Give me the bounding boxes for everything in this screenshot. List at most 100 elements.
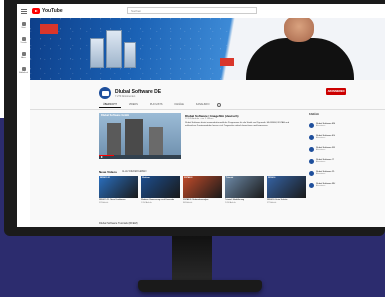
channel-avatar [309,146,314,152]
related-channel-item[interactable]: Dlubal Software IT Abonnieren [309,155,379,167]
play-icon[interactable] [101,156,103,158]
related-channel-subscribe[interactable]: Abonnieren [316,173,335,175]
channel-avatar [309,158,314,164]
related-channel-item[interactable]: Dlubal Software FR Abonnieren [309,143,379,155]
banner-building [124,42,136,68]
tab-kanalinfo[interactable]: KANALINFO [192,102,214,108]
video-thumbnail[interactable]: RSTAB 8 [183,176,222,198]
banner-building [90,38,104,68]
thumbnail-label: RFEM 6 [268,177,276,179]
channel-search-icon[interactable] [217,103,222,107]
channel-avatar [309,182,314,188]
trending-icon [21,37,26,41]
presenter-head [284,18,314,42]
sidebar-item-bibliothek[interactable]: Bibliothek [17,63,30,78]
section-title: Neue Videos ALLE WIEDERGEBEN [99,170,146,174]
banner-accent [40,24,58,34]
sidebar-item-label: Bibliothek [19,72,28,74]
search-input[interactable]: Suchen [127,7,257,14]
sidebar-item-trends[interactable]: Trends [17,33,30,48]
video-meta: 977 Aufrufe [267,201,277,204]
play-all-button[interactable]: ALLE WIEDERGEBEN [122,170,146,174]
sidebar: Start Trends Abos Bibliothek [17,18,30,227]
video-card[interactable]: Tutorial Tutorial: Modellierung 2.058 Aufr… [225,176,264,204]
featured-video-player[interactable]: Dlubal Software GmbH [99,113,181,159]
featured-video-info: Dlubal Software | Imagefilm (deutsch) 12… [185,114,300,128]
youtube-play-icon [32,8,40,14]
divider [30,109,385,110]
video-shelf: RFEM 5.21 RFEM 5.21: Neue Funktionen 312 A… [99,176,307,204]
featured-video-meta: 12.345 Aufrufe • vor 2 Jahren [185,118,214,120]
featured-video-description: Dlubal Software bietet anwenderfreundlic… [185,122,290,127]
section-title-text[interactable]: Neue Videos [99,170,117,174]
monitor-stand-neck [172,236,212,282]
subscribe-button[interactable]: ABONNIEREN [326,88,346,95]
related-channel-item[interactable]: Dlubal Software ES Abonnieren [309,131,379,143]
related-channel-item[interactable]: Dlubal Software PL Abonnieren [309,167,379,179]
tab-playlists[interactable]: PLAYLISTS [146,102,167,108]
sidebar-item-label: Start [21,27,26,29]
video-thumbnail[interactable]: RFEM 6 [267,176,306,198]
video-meta: 1.204 Aufrufe [141,201,152,204]
top-bar: YouTube Suchen [17,4,385,18]
dlubal-logo-icon [101,90,109,96]
channel-tabs: ÜBERSICHT VIDEOS PLAYLISTS KANÄLE KANALI… [99,102,319,108]
related-channel-subscribe[interactable]: Abonnieren [316,185,335,187]
section-title-2[interactable]: Dlubal Software Tutorials (RFEM) [99,222,138,225]
sidebar-item-label: Abos [21,57,26,59]
related-channel-item[interactable]: Dlubal Software RU Abonnieren [309,179,379,191]
sidebar-item-abos[interactable]: Abos [17,48,30,63]
banner-building [106,30,122,68]
library-icon [21,67,26,71]
banner-presenter [240,18,360,80]
channel-avatar [309,170,314,176]
presenter-body [246,38,354,80]
thumbnail-label: Tutorial [226,177,234,179]
tab-uebersicht[interactable]: ÜBERSICHT [99,102,121,108]
video-meta: 312 Aufrufe [99,201,109,204]
subscriber-count: 7.270 Abonnenten [115,94,136,98]
related-channel-item[interactable]: Dlubal Software EN Abonnieren [309,119,379,131]
banner-accent [220,58,234,66]
thumbnail-label: Webinar [142,177,150,179]
tab-kanaele[interactable]: KANÄLE [170,102,187,108]
thumb-building [107,123,121,155]
subscriptions-icon [21,52,26,56]
video-thumbnail[interactable]: RFEM 5.21 [99,176,138,198]
related-channel-subscribe[interactable]: Abonnieren [316,161,334,163]
hamburger-menu-icon[interactable] [21,8,27,14]
video-card[interactable]: RFEM 6 RFEM 6: Erste Schritte 977 Aufrufe [267,176,306,204]
related-channels: KANÄLE Dlubal Software EN Abonnieren Dlub… [309,113,379,191]
sidebar-item-label: Trends [20,42,27,44]
video-card[interactable]: RSTAB 8 RSTAB 8: Stabwerksanalyse 845 Aufr… [183,176,222,204]
home-icon [21,22,26,26]
thumbnail-label: RFEM 5.21 [100,177,111,179]
channel-avatar [309,134,314,140]
related-channel-subscribe[interactable]: Abonnieren [316,137,335,139]
video-card[interactable]: RFEM 5.21 RFEM 5.21: Neue Funktionen 312 A… [99,176,138,204]
tab-videos[interactable]: VIDEOS [125,102,142,108]
channel-header: Dlubal Software DE 7.270 Abonnenten [99,86,161,100]
video-meta: 2.058 Aufrufe [225,201,236,204]
channel-name: Dlubal Software DE [115,88,162,95]
thumb-building [149,127,163,155]
thumb-building [125,119,143,155]
monitor: YouTube Suchen Start Trends Abos Bibliot… [4,0,385,236]
video-thumbnail[interactable]: Webinar [141,176,180,198]
channel-avatar [309,122,314,128]
channel-avatar[interactable] [99,87,111,99]
related-channel-subscribe[interactable]: Abonnieren [316,125,335,127]
thumb-caption: Dlubal Software GmbH [101,114,130,117]
video-meta: 845 Aufrufe [183,201,193,204]
video-card[interactable]: Webinar Webinar: Bemessung nach Eurocode 1… [141,176,180,204]
monitor-stand-base [138,280,262,292]
channel-banner [30,18,385,80]
channel-meta: Dlubal Software DE 7.270 Abonnenten [115,89,161,98]
video-thumbnail[interactable]: Tutorial [225,176,264,198]
monitor-screen: YouTube Suchen Start Trends Abos Bibliot… [17,4,385,227]
player-controls[interactable] [99,155,181,159]
thumbnail-label: RSTAB 8 [184,177,193,179]
sidebar-item-start[interactable]: Start [17,18,30,33]
youtube-logo[interactable]: YouTube [32,8,63,14]
related-channel-subscribe[interactable]: Abonnieren [316,149,335,151]
